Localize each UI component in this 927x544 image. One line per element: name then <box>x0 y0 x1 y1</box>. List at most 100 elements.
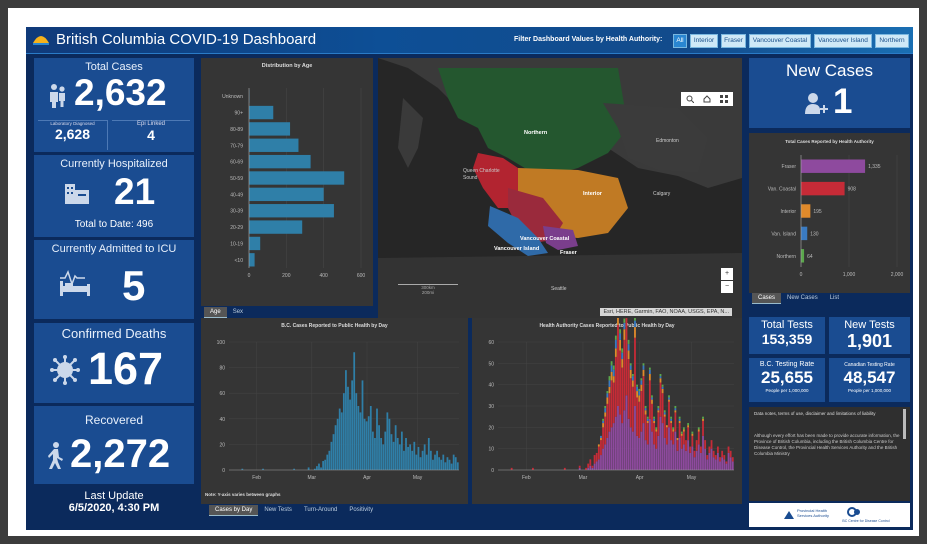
bc-x-tick-label: Feb <box>252 475 261 481</box>
ha-daily-bar <box>629 378 632 428</box>
ha-daily-bar <box>612 369 615 377</box>
bc-bar <box>340 412 343 470</box>
ha-daily-bar <box>642 369 645 377</box>
new-tests-label: New Tests <box>844 319 895 331</box>
tab-sex[interactable]: Sex <box>227 307 249 318</box>
bc-bar <box>427 438 430 470</box>
ha-daily-bar <box>653 416 656 419</box>
zoom-in-button[interactable]: + <box>721 268 733 280</box>
data-notes-title: Data notes, terms of use, disclaimer and… <box>754 411 876 416</box>
bc-y-tick-label: 80 <box>219 366 225 372</box>
ha-daily-bar <box>651 431 653 470</box>
bc-testing-rate-value: 25,655 <box>761 368 813 387</box>
search-icon[interactable] <box>686 95 694 103</box>
ha-daily-bar <box>614 356 617 417</box>
ha-daily-bar <box>614 416 617 470</box>
ha-daily-bar <box>610 371 613 381</box>
recovered-value: 2,272 <box>70 432 171 476</box>
ha-daily-y-tick-label: 60 <box>488 340 494 346</box>
filter-vancouver-coastal-button[interactable]: Vancouver Coastal <box>749 34 811 48</box>
ha-daily-bar <box>682 431 685 445</box>
notes-scrollbar[interactable] <box>903 409 906 439</box>
ha-daily-bar <box>610 361 613 366</box>
ha-daily-bar <box>621 352 624 360</box>
filter-northern-button[interactable]: Northern <box>875 34 909 48</box>
map-label-vancouver-coastal: Vancouver Coastal <box>520 236 570 242</box>
ha-daily-bar <box>682 444 685 470</box>
filter-all-button[interactable]: All <box>673 34 687 48</box>
ha-daily-bar <box>638 395 641 402</box>
ha-daily-y-tick-label: 10 <box>488 447 494 453</box>
tab-new-cases[interactable]: New Cases <box>781 293 824 304</box>
ha-daily-bar <box>668 397 670 400</box>
ha-daily-bar <box>636 386 639 392</box>
bc-bar <box>400 431 403 470</box>
bc-bar <box>328 450 331 470</box>
ha-daily-bar <box>625 395 628 470</box>
age-distribution-panel: Distribution by Age 0 200 400 600 Unknown 90+… <box>201 58 373 306</box>
map-label-edmonton: Edmonton <box>656 138 679 144</box>
tab-list[interactable]: List <box>824 293 845 304</box>
map-label-calgary: Calgary <box>653 191 671 197</box>
home-icon[interactable] <box>703 95 711 103</box>
bc-bar <box>345 370 347 470</box>
ha-daily-bar <box>699 446 702 453</box>
ha-bar-value-label: 130 <box>810 231 819 237</box>
page-title: British Columbia COVID-19 Dashboard <box>56 31 317 48</box>
bc-bar <box>396 438 399 470</box>
tab-turn-around[interactable]: Turn-Around <box>298 505 343 516</box>
tab-new-tests[interactable]: New Tests <box>258 505 298 516</box>
ha-daily-bar <box>731 461 734 470</box>
filter-vancouver-island-button[interactable]: Vancouver Island <box>814 34 872 48</box>
ha-daily-x-tick-label: May <box>687 475 697 481</box>
ha-daily-bar <box>674 412 677 432</box>
map-label-queen-charlotte-sound: Queen Charlotte Sound <box>463 168 500 181</box>
filter-interior-button[interactable]: Interior <box>690 34 718 48</box>
total-tests-label: Total Tests <box>761 319 813 331</box>
age-bar <box>249 236 261 251</box>
epi-linked-value: 4 <box>147 127 155 143</box>
bc-bar <box>388 418 391 470</box>
ha-daily-bar <box>695 440 698 451</box>
ha-daily-bar <box>623 339 626 411</box>
ha-daily-bar <box>668 427 670 470</box>
ha-bar <box>801 204 811 218</box>
ha-daily-bar <box>591 465 594 468</box>
bc-bar <box>429 450 432 470</box>
bc-bar <box>322 461 325 470</box>
ha-daily-bar <box>614 335 617 340</box>
map-panel[interactable]: Northern Edmonton Interior Calgary Vanco… <box>378 58 742 318</box>
new-cases-value: 1 <box>833 82 853 121</box>
tab-cases-by-day[interactable]: Cases by Day <box>209 505 259 516</box>
bc-bar <box>411 450 414 470</box>
tab-age[interactable]: Age <box>204 307 227 318</box>
filter-fraser-button[interactable]: Fraser <box>721 34 746 48</box>
map-attribution[interactable]: Esri, HERE, Garmin, FAO, NOAA, USGS, EPA… <box>600 308 732 316</box>
age-x-tick-label: 200 <box>282 273 291 279</box>
zoom-out-button[interactable]: − <box>721 281 733 293</box>
basemap-gallery-icon[interactable] <box>720 95 729 103</box>
ha-daily-bar <box>651 399 653 404</box>
ha-daily-bar <box>593 455 596 464</box>
data-notes-panel[interactable]: Data notes, terms of use, disclaimer and… <box>749 407 910 501</box>
tab-cases[interactable]: Cases <box>752 293 782 304</box>
ha-daily-bar <box>642 363 645 366</box>
bc-bar <box>425 454 428 470</box>
ha-daily-bar <box>638 388 641 392</box>
phsa-logo-text: Provincial Health Services Authority <box>797 508 830 518</box>
ha-daily-bar <box>604 406 607 409</box>
bc-bar <box>316 466 318 470</box>
ha-daily-bar <box>619 339 621 351</box>
ha-daily-y-tick-label: 40 <box>488 383 494 389</box>
bc-testing-rate-sub: People per 1,000,000 <box>765 388 809 393</box>
bc-bar <box>332 434 335 470</box>
tab-positivity[interactable]: Positivity <box>343 505 379 516</box>
ha-daily-bar <box>587 467 590 470</box>
ha-daily-bar <box>644 408 647 411</box>
ha-daily-bar <box>587 463 590 468</box>
ha-daily-bar <box>716 446 719 453</box>
ha-daily-bar <box>640 391 643 432</box>
bccdc-logo-text: BC Centre for Disease Control <box>842 519 890 523</box>
ha-daily-bar <box>634 327 636 338</box>
ha-daily-bar <box>714 459 717 470</box>
